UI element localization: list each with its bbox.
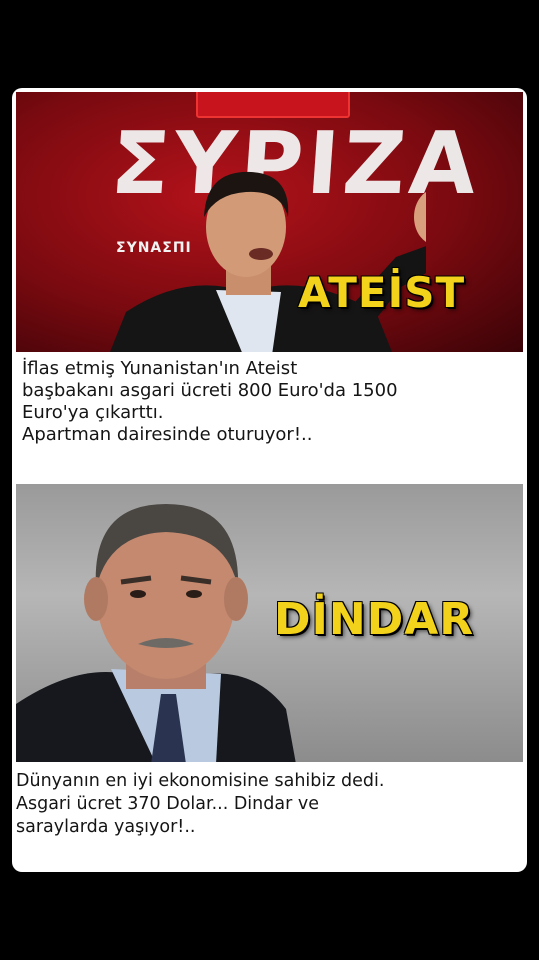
bottom-caption: Dünyanın en iyi ekonomisine sahibiz dedi…: [16, 770, 511, 839]
bottom-photo-panel: DİNDAR: [16, 484, 523, 762]
bottom-caption-line: Asgari ücret 370 Dolar... Dindar ve: [16, 794, 319, 814]
top-caption-line: Euro'ya çıkarttı.: [22, 402, 164, 423]
meme-card: ΣΥΡΙΖΑ ΣΥΝΑΣΠΙ ATEİST İflas etmiş Yunani…: [12, 88, 527, 872]
portrait-figure: [16, 504, 296, 762]
top-caption-line: başbakanı asgari ücreti 800 Euro'da 1500: [22, 380, 398, 401]
dindar-label: DİNDAR: [274, 594, 475, 645]
bottom-caption-line: Dünyanın en iyi ekonomisine sahibiz dedi…: [16, 771, 385, 791]
bottom-caption-line: saraylarda yaşıyor!..: [16, 817, 196, 837]
top-caption: İflas etmiş Yunanistan'ın Ateist başbaka…: [22, 358, 517, 446]
ateist-label: ATEİST: [298, 268, 466, 317]
top-photo-panel: ΣΥΡΙΖΑ ΣΥΝΑΣΠΙ ATEİST: [16, 92, 523, 352]
top-caption-line: İflas etmiş Yunanistan'ın Ateist: [22, 358, 298, 379]
speaker-figure: [110, 171, 426, 352]
top-caption-line: Apartman dairesinde oturuyor!..: [22, 424, 313, 445]
